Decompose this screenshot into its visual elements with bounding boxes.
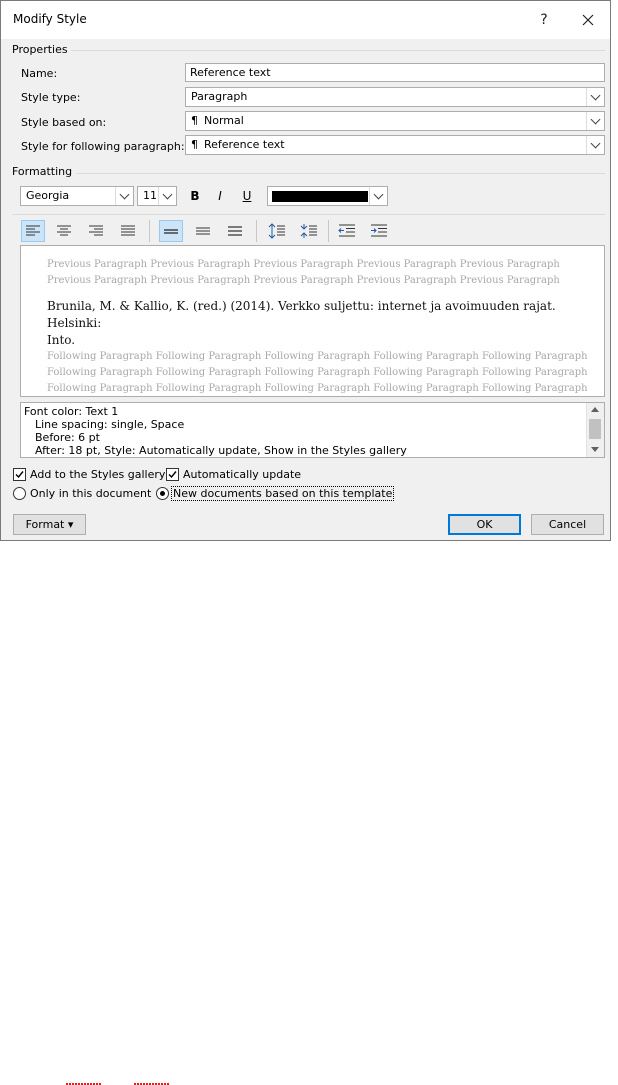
- align-center-button[interactable]: [52, 220, 76, 242]
- cancel-button[interactable]: Cancel: [531, 514, 604, 535]
- scroll-up-icon: [591, 407, 599, 412]
- description-line-4: After: 18 pt, Style: Automatically updat…: [35, 444, 407, 457]
- following-paragraph-2: Following Paragraph Following Paragraph …: [47, 367, 588, 378]
- single-spacing-icon: [164, 229, 178, 234]
- chevron-down-icon: [586, 88, 604, 106]
- style-description: Font color: Text 1 Line spacing: single,…: [20, 402, 605, 458]
- sample-text-preview: Brunila, M. & Kallio, K. (red.) (2014). …: [47, 298, 587, 349]
- double-spacing-button[interactable]: [223, 220, 247, 242]
- new-documents-label[interactable]: New documents based on this template: [171, 486, 395, 501]
- font-color-select[interactable]: [267, 186, 388, 206]
- space-before-button[interactable]: [265, 220, 289, 242]
- scroll-down-icon: [591, 447, 599, 452]
- underline-button[interactable]: U: [236, 185, 258, 207]
- window-shadow-right: [611, 4, 618, 548]
- previous-paragraph-preview: Previous Paragraph Previous Paragraph Pr…: [47, 259, 560, 286]
- font-color-swatch: [272, 191, 368, 202]
- font-value: Georgia: [26, 189, 70, 202]
- properties-divider: [71, 50, 605, 51]
- justify-icon: [121, 225, 135, 236]
- close-icon: [582, 14, 594, 26]
- space-after-icon: [300, 224, 317, 238]
- toolbar-separator: [328, 220, 329, 242]
- formatting-heading: Formatting: [12, 165, 73, 178]
- align-left-button[interactable]: [21, 220, 45, 242]
- description-line-3: Before: 6 pt: [35, 431, 100, 444]
- paragraph-mark-icon: ¶: [191, 114, 198, 127]
- ok-button[interactable]: OK: [448, 514, 521, 535]
- single-spacing-button[interactable]: [159, 220, 183, 242]
- following-style-select[interactable]: ¶ Reference text: [185, 135, 605, 155]
- description-line-1: Font color: Text 1: [24, 405, 119, 418]
- description-scrollbar[interactable]: [586, 403, 604, 457]
- chevron-down-icon: [369, 187, 387, 205]
- space-after-button[interactable]: [297, 220, 321, 242]
- decrease-indent-icon: [338, 224, 355, 237]
- align-left-icon: [26, 225, 40, 236]
- sample-line-2: Into.: [47, 333, 76, 347]
- add-to-gallery-label[interactable]: Add to the Styles gallery: [30, 468, 165, 481]
- align-right-button[interactable]: [84, 220, 108, 242]
- properties-heading: Properties: [12, 43, 68, 56]
- checkmark-icon: [15, 471, 24, 479]
- chevron-down-icon: [115, 187, 133, 205]
- italic-button[interactable]: I: [209, 185, 231, 207]
- style-type-label: Style type:: [21, 91, 81, 104]
- font-select[interactable]: Georgia: [20, 186, 134, 206]
- following-label: Style for following paragraph:: [21, 140, 185, 153]
- toolbar-divider: [12, 214, 605, 215]
- one-half-spacing-icon: [196, 227, 210, 235]
- one-half-spacing-button[interactable]: [191, 220, 215, 242]
- paragraph-mark-icon: ¶: [191, 138, 198, 151]
- font-size-select[interactable]: 11: [137, 186, 177, 206]
- title-bar: Modify Style ?: [1, 1, 610, 39]
- style-type-value: Paragraph: [191, 90, 248, 103]
- style-preview: Previous Paragraph Previous Paragraph Pr…: [20, 245, 605, 397]
- background-document: [0, 541, 618, 1085]
- formatting-divider: [76, 173, 605, 174]
- based-on-select[interactable]: ¶ Normal: [185, 111, 605, 131]
- justify-button[interactable]: [116, 220, 140, 242]
- align-center-icon: [57, 225, 71, 236]
- align-right-icon: [89, 225, 103, 236]
- sample-line-1: Brunila, M. & Kallio, K. (red.) (2014). …: [47, 299, 556, 330]
- close-button[interactable]: [570, 7, 606, 33]
- new-documents-radio[interactable]: [156, 487, 169, 500]
- only-this-document-label[interactable]: Only in this document: [30, 487, 151, 500]
- style-type-select[interactable]: Paragraph: [185, 87, 605, 107]
- following-paragraph-3: Following Paragraph Following Paragraph …: [47, 383, 587, 394]
- name-input[interactable]: Reference text: [185, 63, 605, 82]
- help-button[interactable]: ?: [526, 7, 562, 33]
- description-line-2: Line spacing: single, Space: [35, 418, 185, 431]
- auto-update-checkbox[interactable]: [166, 468, 179, 481]
- font-size-value: 11: [143, 189, 157, 202]
- increase-indent-icon: [371, 224, 387, 237]
- increase-indent-button[interactable]: [367, 220, 391, 242]
- chevron-down-icon: [158, 187, 176, 205]
- auto-update-label[interactable]: Automatically update: [183, 468, 301, 481]
- scroll-thumb[interactable]: [589, 419, 601, 439]
- decrease-indent-button[interactable]: [335, 220, 359, 242]
- dialog-title: Modify Style: [13, 12, 87, 26]
- chevron-down-icon: [586, 112, 604, 130]
- following-value: Reference text: [204, 138, 285, 151]
- toolbar-separator: [256, 220, 257, 242]
- space-before-icon: [268, 223, 285, 239]
- bold-button[interactable]: B: [184, 185, 206, 207]
- only-this-document-radio[interactable]: [13, 487, 26, 500]
- based-on-value: Normal: [204, 114, 244, 127]
- chevron-down-icon: [586, 136, 604, 154]
- format-menu-button[interactable]: Format ▾: [13, 514, 86, 535]
- add-to-gallery-checkbox[interactable]: [13, 468, 26, 481]
- checkmark-icon: [168, 471, 177, 479]
- toolbar-separator: [149, 220, 150, 242]
- following-paragraph-1: Following Paragraph Following Paragraph …: [47, 351, 588, 362]
- double-spacing-icon: [228, 226, 242, 236]
- modify-style-dialog: Modify Style ? Properties Name: Referenc…: [0, 0, 611, 541]
- based-on-label: Style based on:: [21, 116, 107, 129]
- name-label: Name:: [21, 67, 58, 80]
